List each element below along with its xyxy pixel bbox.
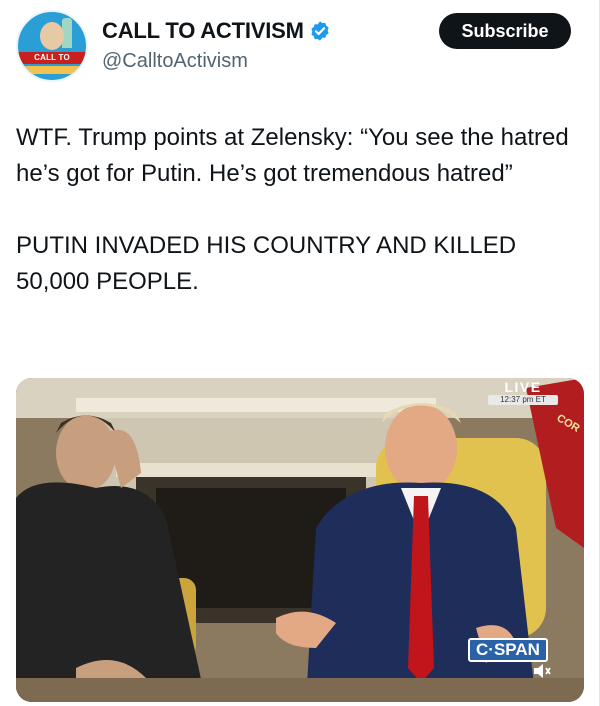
post-card: CALL TO ACTIVISM CALL TO ACTIVISM @Callt… <box>0 0 600 706</box>
video-player[interactable]: COR LIVE 12:37 pm ET C·SPAN <box>16 378 584 702</box>
network-logo: C·SPAN <box>468 638 548 662</box>
verified-badge-icon <box>311 21 329 41</box>
name-row: CALL TO ACTIVISM <box>102 18 331 44</box>
post-text: WTF. Trump points at Zelensky: “You see … <box>16 120 586 300</box>
post-paragraph-2: PUTIN INVADED HIS COUNTRY AND KILLED 50,… <box>16 232 517 295</box>
live-label: LIVE <box>504 379 542 395</box>
avatar-banner-text: CALL TO ACTIVISM <box>18 52 86 74</box>
avatar-sub-strip <box>18 66 86 74</box>
avatar[interactable]: CALL TO ACTIVISM <box>16 10 88 82</box>
post-paragraph-1: WTF. Trump points at Zelensky: “You see … <box>16 124 569 187</box>
subscribe-button[interactable]: Subscribe <box>439 13 571 49</box>
broadcast-time: 12:37 pm ET <box>488 395 558 405</box>
live-indicator: LIVE 12:37 pm ET <box>488 380 558 406</box>
speaker-muted-icon[interactable] <box>532 662 558 686</box>
user-handle[interactable]: @CalltoActivism <box>102 50 248 73</box>
display-name[interactable]: CALL TO ACTIVISM <box>102 18 304 44</box>
post-header: CALL TO ACTIVISM CALL TO ACTIVISM @Callt… <box>0 0 600 100</box>
avatar-face <box>40 22 64 50</box>
